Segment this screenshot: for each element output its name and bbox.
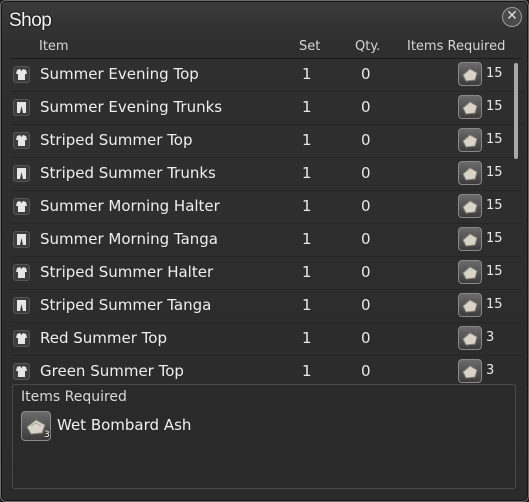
item-set: 1 [302,263,312,281]
item-set: 1 [302,230,312,248]
shop-item-list: Summer Evening Top 1 0 15 Summer Evening Tru… [10,58,522,389]
item-set: 1 [302,296,312,314]
required-count: 15 [486,132,503,147]
shop-row[interactable]: Red Summer Top 1 0 3 [10,323,522,356]
item-set: 1 [302,362,312,380]
item-qty: 0 [361,197,371,215]
item-set: 1 [302,164,312,182]
ash-icon [458,128,482,152]
required-count: 15 [486,66,503,81]
column-header-set: Set [299,39,321,54]
required-count: 3 [486,330,495,345]
item-qty: 0 [361,164,371,182]
top-icon [13,363,30,380]
item-qty: 0 [361,98,371,116]
shop-row[interactable]: Summer Evening Trunks 1 0 15 [10,92,522,125]
item-name: Summer Morning Halter [40,197,220,215]
trunks-icon [13,297,30,314]
item-name: Summer Morning Tanga [40,230,219,248]
item-name: Red Summer Top [40,329,167,347]
top-icon [13,330,30,347]
top-icon [13,198,30,215]
ash-icon [458,293,482,317]
trunks-icon [13,231,30,248]
column-header-items-required: Items Required [407,39,506,54]
item-qty: 0 [361,131,371,149]
item-name: Striped Summer Halter [40,263,214,281]
item-qty: 0 [361,263,371,281]
ash-icon [458,227,482,251]
ash-icon [458,95,482,119]
window-title: Shop [9,10,52,31]
item-set: 1 [302,98,312,116]
shop-row[interactable]: Striped Summer Halter 1 0 15 [10,257,522,290]
shop-row[interactable]: Striped Summer Tanga 1 0 15 [10,290,522,323]
item-set: 1 [302,197,312,215]
shop-row[interactable]: Summer Evening Top 1 0 15 [10,59,522,92]
trunks-icon [13,99,30,116]
top-icon [13,66,30,83]
item-qty: 0 [361,230,371,248]
list-scrollbar[interactable] [514,63,518,159]
item-qty: 0 [361,362,371,380]
shop-row[interactable]: Striped Summer Top 1 0 15 [10,125,522,158]
item-qty: 0 [361,65,371,83]
item-name: Summer Evening Top [40,65,199,83]
items-required-heading: Items Required [21,389,127,405]
item-name: Striped Summer Tanga [40,296,212,314]
item-set: 1 [302,65,312,83]
top-icon [13,264,30,281]
ash-icon [458,359,482,383]
required-count: 3 [486,363,495,378]
item-name: Green Summer Top [40,362,184,380]
column-header-qty: Qty. [355,39,381,54]
item-set: 1 [302,329,312,347]
required-count: 15 [486,165,503,180]
ash-icon [458,260,482,284]
items-required-panel: Items Required 3 Wet Bombard Ash [12,384,516,489]
close-icon[interactable]: ✕ [502,7,522,27]
shop-window: Shop ✕ Item Set Qty. Items Required Summ… [0,0,529,502]
item-name: Striped Summer Top [40,131,193,149]
item-qty: 0 [361,296,371,314]
item-set: 1 [302,131,312,149]
top-icon [13,132,30,149]
item-name: Summer Evening Trunks [40,98,223,116]
shop-row[interactable]: Summer Morning Tanga 1 0 15 [10,224,522,257]
column-header-item: Item [39,39,69,54]
trunks-icon [13,165,30,182]
ash-icon [458,62,482,86]
ash-icon [458,326,482,350]
item-qty: 0 [361,329,371,347]
item-name: Striped Summer Trunks [40,164,216,182]
required-item-count: 3 [44,430,50,440]
required-count: 15 [486,297,503,312]
ash-icon [458,161,482,185]
required-count: 15 [486,99,503,114]
required-count: 15 [486,231,503,246]
shop-row[interactable]: Striped Summer Trunks 1 0 15 [10,158,522,191]
required-item-name: Wet Bombard Ash [57,416,192,434]
required-count: 15 [486,198,503,213]
shop-row[interactable]: Summer Morning Halter 1 0 15 [10,191,522,224]
ash-icon [458,194,482,218]
required-count: 15 [486,264,503,279]
